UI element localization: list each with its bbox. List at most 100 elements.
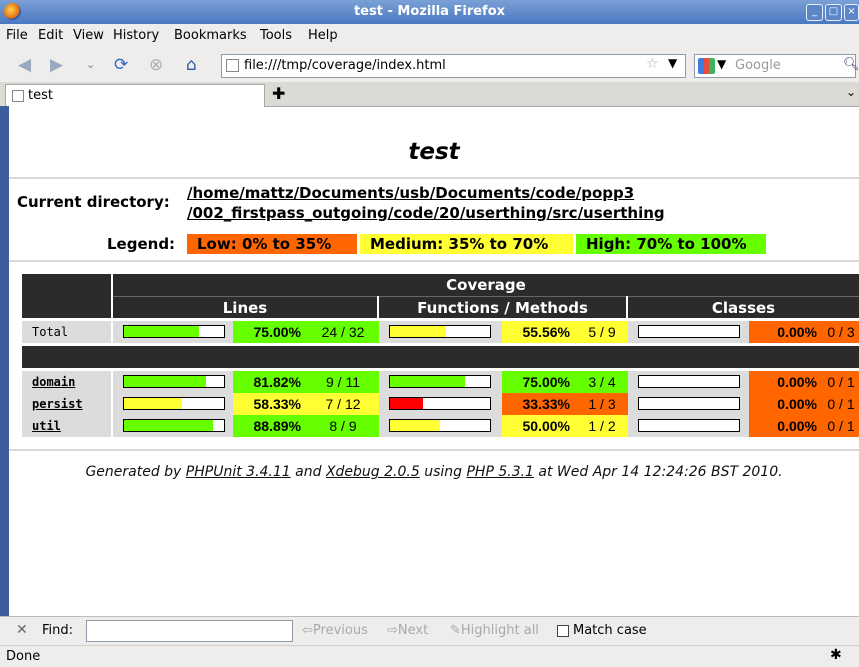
classes-progress-bar — [638, 397, 740, 410]
close-find-icon[interactable]: ✕ — [16, 622, 28, 638]
window-title-bar[interactable]: test - Mozilla Firefox _ □ × — [0, 0, 859, 24]
url-text[interactable]: file:///tmp/coverage/index.html — [244, 58, 446, 73]
lines-progress-fill — [124, 398, 183, 409]
legend-label: Legend: — [107, 235, 176, 253]
tab-test[interactable]: test — [5, 84, 265, 107]
menu-file[interactable]: File — [6, 28, 28, 43]
functions-progress-fill — [390, 398, 424, 409]
previous-arrow-icon: ⇦ — [302, 623, 313, 638]
close-icon[interactable]: × — [844, 4, 859, 21]
menu-bookmarks[interactable]: Bookmarks — [174, 28, 247, 43]
row-link[interactable]: util — [32, 419, 61, 433]
next-arrow-icon: ⇨ — [387, 623, 398, 638]
find-input[interactable] — [86, 620, 293, 642]
functions-percent: 75.00% — [502, 371, 576, 393]
search-icon[interactable]: 🔍︎ — [843, 57, 859, 72]
lines-progress-bar — [123, 375, 225, 388]
row-name-Total: Total — [22, 321, 111, 343]
status-text: Done — [6, 649, 41, 664]
functions-progress-bar — [389, 419, 491, 432]
lines-bar-cell — [113, 321, 233, 343]
search-box[interactable]: ▼ Google 🔍︎ — [694, 54, 859, 78]
current-directory-label: Current directory: — [17, 193, 170, 211]
home-icon[interactable]: ⌂ — [186, 55, 197, 75]
functions-bar-cell — [379, 371, 502, 393]
menu-bar: File Edit View History Bookmarks Tools H… — [0, 24, 859, 48]
current-directory-line1[interactable]: /home/mattz/Documents/usb/Documents/code… — [187, 183, 665, 203]
lines-progress-bar — [123, 325, 225, 338]
functions-bar-cell — [379, 393, 502, 415]
menu-tools[interactable]: Tools — [260, 28, 292, 43]
row-name-util[interactable]: util — [22, 415, 111, 437]
find-next-button[interactable]: ⇨Next — [387, 623, 428, 638]
row-link[interactable]: domain — [32, 375, 75, 389]
lines-progress-bar — [123, 397, 225, 410]
functions-bar-cell — [379, 321, 502, 343]
divider — [9, 260, 859, 262]
stop-icon[interactable]: ⊗ — [149, 55, 163, 75]
highlight-all-button[interactable]: ✎Highlight all — [450, 623, 539, 638]
classes-percent: 0.00% — [749, 415, 823, 437]
url-dropdown-icon[interactable]: ▼ — [668, 56, 677, 70]
lines-progress-bar — [123, 419, 225, 432]
navigation-toolbar: ◀ ▶ ⌄ ⟳ ⊗ ⌂ file:///tmp/coverage/index.h… — [0, 48, 859, 82]
current-directory-line2[interactable]: /002_firstpass_outgoing/code/20/userthin… — [187, 203, 665, 223]
match-case-label[interactable]: Match case — [573, 623, 647, 638]
menu-edit[interactable]: Edit — [38, 28, 63, 43]
classes-progress-bar — [638, 375, 740, 388]
forward-icon[interactable]: ▶ — [50, 55, 63, 75]
lines-progress-fill — [124, 420, 213, 431]
functions-progress-fill — [390, 326, 446, 337]
find-label: Find: — [42, 623, 74, 638]
match-case-checkbox[interactable] — [557, 625, 569, 637]
row-name-domain[interactable]: domain — [22, 371, 111, 393]
column-header-functions: Functions / Methods — [379, 296, 626, 318]
column-header-classes: Classes — [628, 296, 859, 318]
php-link[interactable]: PHP 5.3.1 — [466, 464, 533, 480]
menu-view[interactable]: View — [73, 28, 104, 43]
legend-low: Low: 0% to 35% — [187, 234, 357, 254]
page-icon — [226, 59, 239, 72]
classes-bar-cell — [628, 393, 749, 415]
lines-percent: 88.89% — [233, 415, 307, 437]
legend-high: High: 70% to 100% — [576, 234, 766, 254]
menu-help[interactable]: Help — [308, 28, 338, 43]
lines-count: 7 / 12 — [307, 393, 379, 415]
minimize-icon[interactable]: _ — [806, 4, 823, 21]
classes-percent: 0.00% — [749, 371, 823, 393]
url-bar[interactable]: file:///tmp/coverage/index.html ☆ ▼ — [221, 54, 686, 78]
lines-bar-cell — [113, 415, 233, 437]
new-tab-icon[interactable]: ✚ — [272, 84, 285, 103]
search-engine-dropdown-icon[interactable]: ▼ — [717, 57, 726, 71]
page-icon — [12, 90, 24, 102]
back-icon[interactable]: ◀ — [18, 55, 31, 75]
reload-icon[interactable]: ⟳ — [114, 55, 128, 75]
divider — [9, 177, 859, 179]
status-bar: Done ✱ — [0, 645, 859, 667]
footer-text: using — [419, 464, 467, 480]
phpunit-link[interactable]: PHPUnit 3.4.11 — [186, 464, 291, 480]
tab-list-icon[interactable]: ⌄ — [846, 85, 856, 99]
footer-text: Generated by — [85, 464, 186, 480]
lines-percent: 81.82% — [233, 371, 307, 393]
menu-history[interactable]: History — [113, 28, 159, 43]
classes-bar-cell — [628, 321, 749, 343]
row-link[interactable]: persist — [32, 397, 83, 411]
firebug-icon[interactable]: ✱ — [830, 647, 842, 663]
history-dropdown-icon[interactable]: ⌄ — [86, 55, 95, 75]
find-previous-button[interactable]: ⇦Previous — [302, 623, 368, 638]
google-engine-icon[interactable] — [698, 58, 715, 74]
lines-bar-cell — [113, 371, 233, 393]
classes-count: 0 / 3 — [823, 321, 859, 343]
search-input[interactable]: Google — [735, 58, 781, 73]
xdebug-link[interactable]: Xdebug 2.0.5 — [326, 464, 420, 480]
find-previous-label: Previous — [312, 623, 368, 638]
functions-bar-cell — [379, 415, 502, 437]
maximize-icon[interactable]: □ — [825, 4, 842, 21]
page-content[interactable]: test Current directory: /home/mattz/Docu… — [9, 107, 859, 615]
current-directory-link[interactable]: /home/mattz/Documents/usb/Documents/code… — [187, 183, 665, 223]
lines-percent: 58.33% — [233, 393, 307, 415]
bookmark-star-icon[interactable]: ☆ — [646, 56, 659, 72]
highlight-icon: ✎ — [450, 623, 461, 638]
row-name-persist[interactable]: persist — [22, 393, 111, 415]
